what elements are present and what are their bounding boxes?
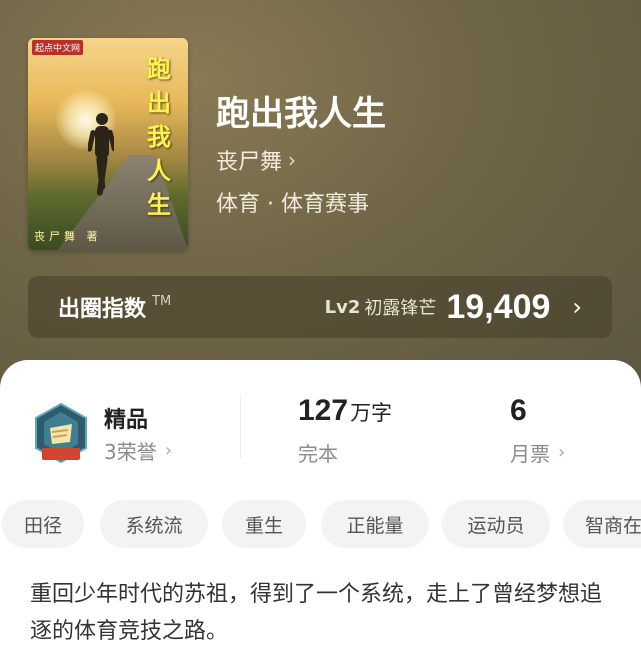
cover-author-signature: 丧尸舞 著 [34, 230, 102, 243]
quality-label: 精品 [104, 408, 149, 433]
book-info-card: 精品 3荣誉 › 127 万字 完本 6 月票 › 田径 系统流 重生 正能量 … [0, 360, 641, 657]
tag-chip[interactable]: 正能量 [321, 500, 429, 548]
trademark-mark: TM [152, 294, 172, 309]
tag-chip[interactable]: 系统流 [100, 500, 208, 548]
word-count-unit: 万字 [350, 401, 393, 425]
author-link[interactable]: 丧尸舞 › [216, 144, 296, 176]
book-genre: 体育 · 体育赛事 [216, 192, 369, 217]
book-cover[interactable]: 起点中文网 跑出我人生 丧尸舞 著 [28, 38, 188, 250]
index-value-group: Lv2 初露锋芒 19,409 › [325, 288, 582, 327]
stats-divider [240, 396, 241, 458]
author-name: 丧尸舞 [216, 150, 283, 175]
chevron-right-icon: › [288, 148, 297, 172]
monthly-ticket-label: 月票 [510, 442, 550, 466]
honors-count: 3荣誉 [104, 440, 157, 464]
monthly-ticket-count: 6 [510, 394, 527, 428]
book-header: 起点中文网 跑出我人生 丧尸舞 著 跑出我人生 丧尸舞 › 体育 · 体育赛事 … [0, 0, 641, 400]
tag-chip[interactable]: 田径 [2, 500, 84, 548]
tag-list: 田径 系统流 重生 正能量 运动员 智商在线 [0, 500, 641, 550]
index-value: 19,409 [446, 287, 551, 326]
book-title: 跑出我人生 [216, 94, 386, 134]
completion-status: 完本 [298, 438, 338, 467]
chevron-right-icon: › [164, 440, 172, 461]
completion-status-text: 完本 [298, 442, 338, 466]
tag-chip[interactable]: 运动员 [442, 500, 550, 548]
cover-publisher-logo: 起点中文网 [32, 40, 84, 55]
popularity-index-bar[interactable]: 出圈指数 TM Lv2 初露锋芒 19,409 › [28, 276, 612, 338]
index-label: 出圈指数 [58, 297, 147, 322]
book-description[interactable]: 重回少年时代的苏祖，得到了一个系统，走上了曾经梦想追逐的体育竞技之路。 [30, 576, 620, 650]
word-count: 127 万字 [298, 394, 392, 428]
word-count-number: 127 [298, 394, 349, 427]
cover-vertical-title: 跑出我人生 [147, 54, 171, 219]
index-rank-title: 初露锋芒 [364, 298, 437, 319]
tag-chip[interactable]: 智商在线 [563, 500, 641, 548]
monthly-ticket-link[interactable]: 月票 › [510, 438, 565, 467]
cover-runner [88, 113, 114, 196]
monthly-ticket-number: 6 [510, 394, 527, 427]
tag-chip[interactable]: 重生 [222, 500, 306, 548]
index-level: Lv2 [324, 296, 361, 318]
honors-link[interactable]: 3荣誉 › [104, 436, 172, 465]
chevron-right-icon: › [572, 293, 582, 321]
chevron-right-icon: › [558, 442, 566, 463]
stats-row: 精品 3荣誉 › 127 万字 完本 6 月票 › [0, 390, 641, 470]
honor-badge-icon [35, 402, 87, 464]
